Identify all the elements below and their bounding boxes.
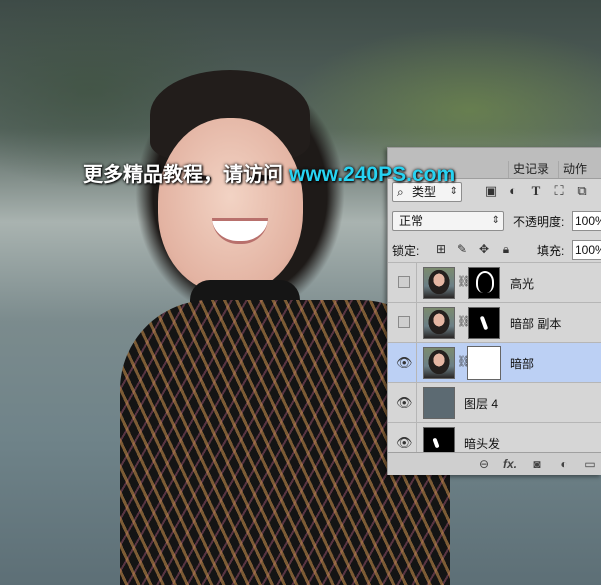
adjustment-filter-icon[interactable]: ◐ [506, 184, 520, 198]
layer-row-layer-4[interactable]: 👁︎ 图层 4 [388, 382, 601, 422]
image-filter-icon[interactable]: ▣ [484, 184, 498, 198]
smart-object-filter-icon[interactable]: ⧉ [575, 184, 589, 198]
layer-name: 暗部 副本 [510, 317, 562, 331]
tab-history[interactable]: 史记录 [508, 161, 553, 178]
blend-mode-value: 正常 [399, 214, 424, 228]
shape-filter-icon[interactable]: ⛶ [552, 184, 566, 198]
layer-mask-thumbnail[interactable] [467, 346, 501, 380]
eye-icon: 👁︎ [396, 435, 413, 450]
lock-all-icon[interactable]: 🔒︎ [499, 242, 513, 256]
layer-name: 暗头发 [464, 437, 501, 451]
tab-actions[interactable]: 动作 [558, 161, 591, 178]
updown-caret-icon: ⇕ [491, 215, 500, 226]
mask-shape [432, 437, 440, 449]
layer-mask-thumbnail[interactable] [468, 307, 500, 339]
layer-thumbnail [423, 267, 455, 299]
new-adjustment-icon[interactable]: ◐ [556, 457, 572, 471]
layer-name: 图层 4 [464, 397, 499, 411]
watermark-url: www.240PS.com [289, 163, 456, 186]
link-layers-icon[interactable]: ⊖ [476, 457, 492, 471]
fx-icon[interactable]: fx. [502, 457, 518, 471]
eye-icon: 👁︎ [396, 395, 413, 410]
opacity-input[interactable]: 100% [572, 211, 601, 231]
layer-name: 暗部 [510, 357, 535, 371]
new-group-icon[interactable]: ▭ [582, 457, 598, 471]
layer-row-shadow-copy[interactable]: ⛓ 暗部 副本 [388, 302, 601, 342]
lock-transparent-icon[interactable]: ⊞ [434, 242, 448, 256]
layer-row-highlight[interactable]: ⛓ 高光 [388, 262, 601, 302]
visibility-off-box [398, 316, 410, 328]
layer-thumbnail [423, 387, 455, 419]
layers-panel: 史记录 动作 ⌕ 类型 ⇕ ▣ ◐ T ⛶ ⧉ 正常 ⇕ 不透明度: 100% … [387, 147, 601, 475]
visibility-toggle[interactable]: 👁︎ [388, 383, 417, 422]
lock-row: 锁定: ⊞ ✎ ✥ 🔒︎ 填充: 100% [392, 239, 601, 261]
fill-label: 填充: [537, 244, 565, 258]
visibility-toggle[interactable]: 👁︎ [388, 343, 417, 382]
layer-thumbnail [423, 307, 455, 339]
add-mask-icon[interactable]: ◙ [529, 457, 545, 471]
fill-input[interactable]: 100% [572, 240, 601, 260]
watermark: 更多精品教程，请访问 www.240PS.com [83, 158, 455, 187]
visibility-toggle[interactable] [388, 263, 417, 302]
blend-mode-select[interactable]: 正常 ⇕ [392, 211, 504, 231]
layers-list: ⛓ 高光 ⛓ 暗部 副本 👁︎ ⛓ 暗部 👁︎ 图层 4 👁︎ 暗头发 [388, 262, 601, 462]
visibility-off-box [398, 276, 410, 288]
face-shape [158, 118, 303, 293]
opacity-label: 不透明度: [513, 215, 565, 229]
layer-mask-thumbnail[interactable] [468, 267, 500, 299]
visibility-toggle[interactable] [388, 303, 417, 342]
lock-brush-icon[interactable]: ✎ [455, 242, 469, 256]
mask-shape [479, 315, 489, 331]
lock-move-icon[interactable]: ✥ [477, 242, 491, 256]
type-filter-icon[interactable]: T [529, 184, 543, 198]
lock-label: 锁定: [392, 244, 420, 258]
mask-shape [476, 271, 494, 293]
panel-footer: ⊖ fx. ◙ ◐ ▭ [388, 452, 601, 475]
blend-row: 正常 ⇕ 不透明度: 100% [392, 210, 601, 232]
watermark-text: 更多精品教程，请访问 [83, 164, 283, 186]
layer-thumbnail [423, 347, 455, 379]
layer-name: 高光 [510, 277, 535, 291]
layer-row-shadow[interactable]: 👁︎ ⛓ 暗部 [388, 342, 601, 382]
eye-icon: 👁︎ [396, 355, 413, 370]
